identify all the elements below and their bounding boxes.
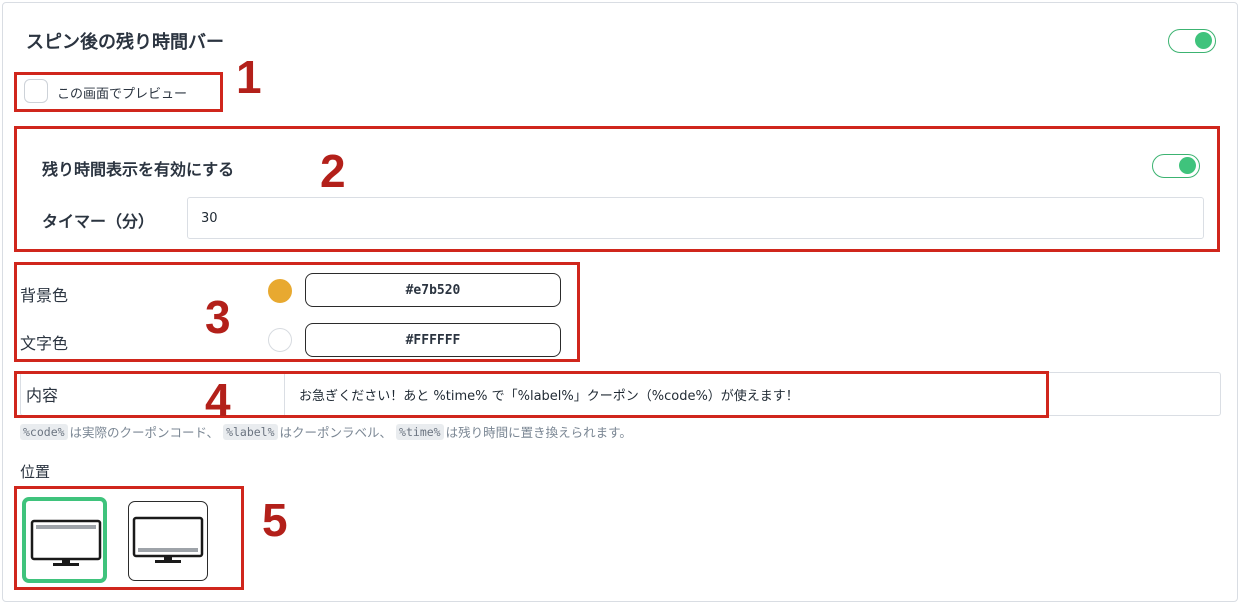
annotation-number-2: 2 (320, 145, 346, 197)
preview-checkbox-label: この画面でプレビュー (57, 87, 188, 102)
text-color-input[interactable]: #FFFFFF (305, 323, 561, 357)
annotation-box-4 (14, 371, 1049, 418)
section-enable-toggle[interactable] (1168, 29, 1216, 53)
background-color-label: 背景色 (20, 286, 69, 305)
text-color-swatch[interactable] (268, 328, 292, 352)
placeholder-help-text: %code% は実際のクーポンコード、 %label% はクーポンラベル、 %t… (20, 422, 636, 441)
annotation-number-5: 5 (262, 494, 288, 546)
monitor-bottom-bar-icon (132, 516, 204, 563)
text-color-label: 文字色 (20, 334, 69, 353)
preview-checkbox[interactable] (24, 79, 48, 103)
position-option-top[interactable] (22, 497, 107, 583)
annotation-number-4: 4 (205, 374, 231, 426)
background-color-input[interactable]: #e7b520 (305, 273, 561, 307)
timer-minutes-label: タイマー（分） (42, 212, 155, 231)
label-help-text: はクーポンラベル、 (279, 425, 393, 440)
code-token: %code% (20, 423, 68, 440)
section-title: スピン後の残り時間バー (26, 32, 224, 53)
toggle-knob (1179, 157, 1196, 174)
time-token: %time% (396, 423, 444, 440)
timer-minutes-input[interactable]: 30 (187, 197, 1204, 239)
annotation-number-1: 1 (236, 51, 262, 103)
label-token: %label% (223, 423, 278, 440)
time-help-text: は残り時間に置き換えられます。 (445, 425, 632, 440)
monitor-top-bar-icon (30, 519, 102, 566)
annotation-number-3: 3 (205, 291, 231, 343)
timer-enable-toggle[interactable] (1152, 154, 1200, 178)
position-option-bottom[interactable] (128, 501, 208, 581)
background-color-swatch[interactable] (268, 279, 292, 303)
code-help-text: は実際のクーポンコード、 (69, 425, 220, 440)
timer-enable-label: 残り時間表示を有効にする (42, 160, 235, 179)
position-label: 位置 (20, 463, 51, 481)
toggle-knob (1195, 32, 1212, 49)
